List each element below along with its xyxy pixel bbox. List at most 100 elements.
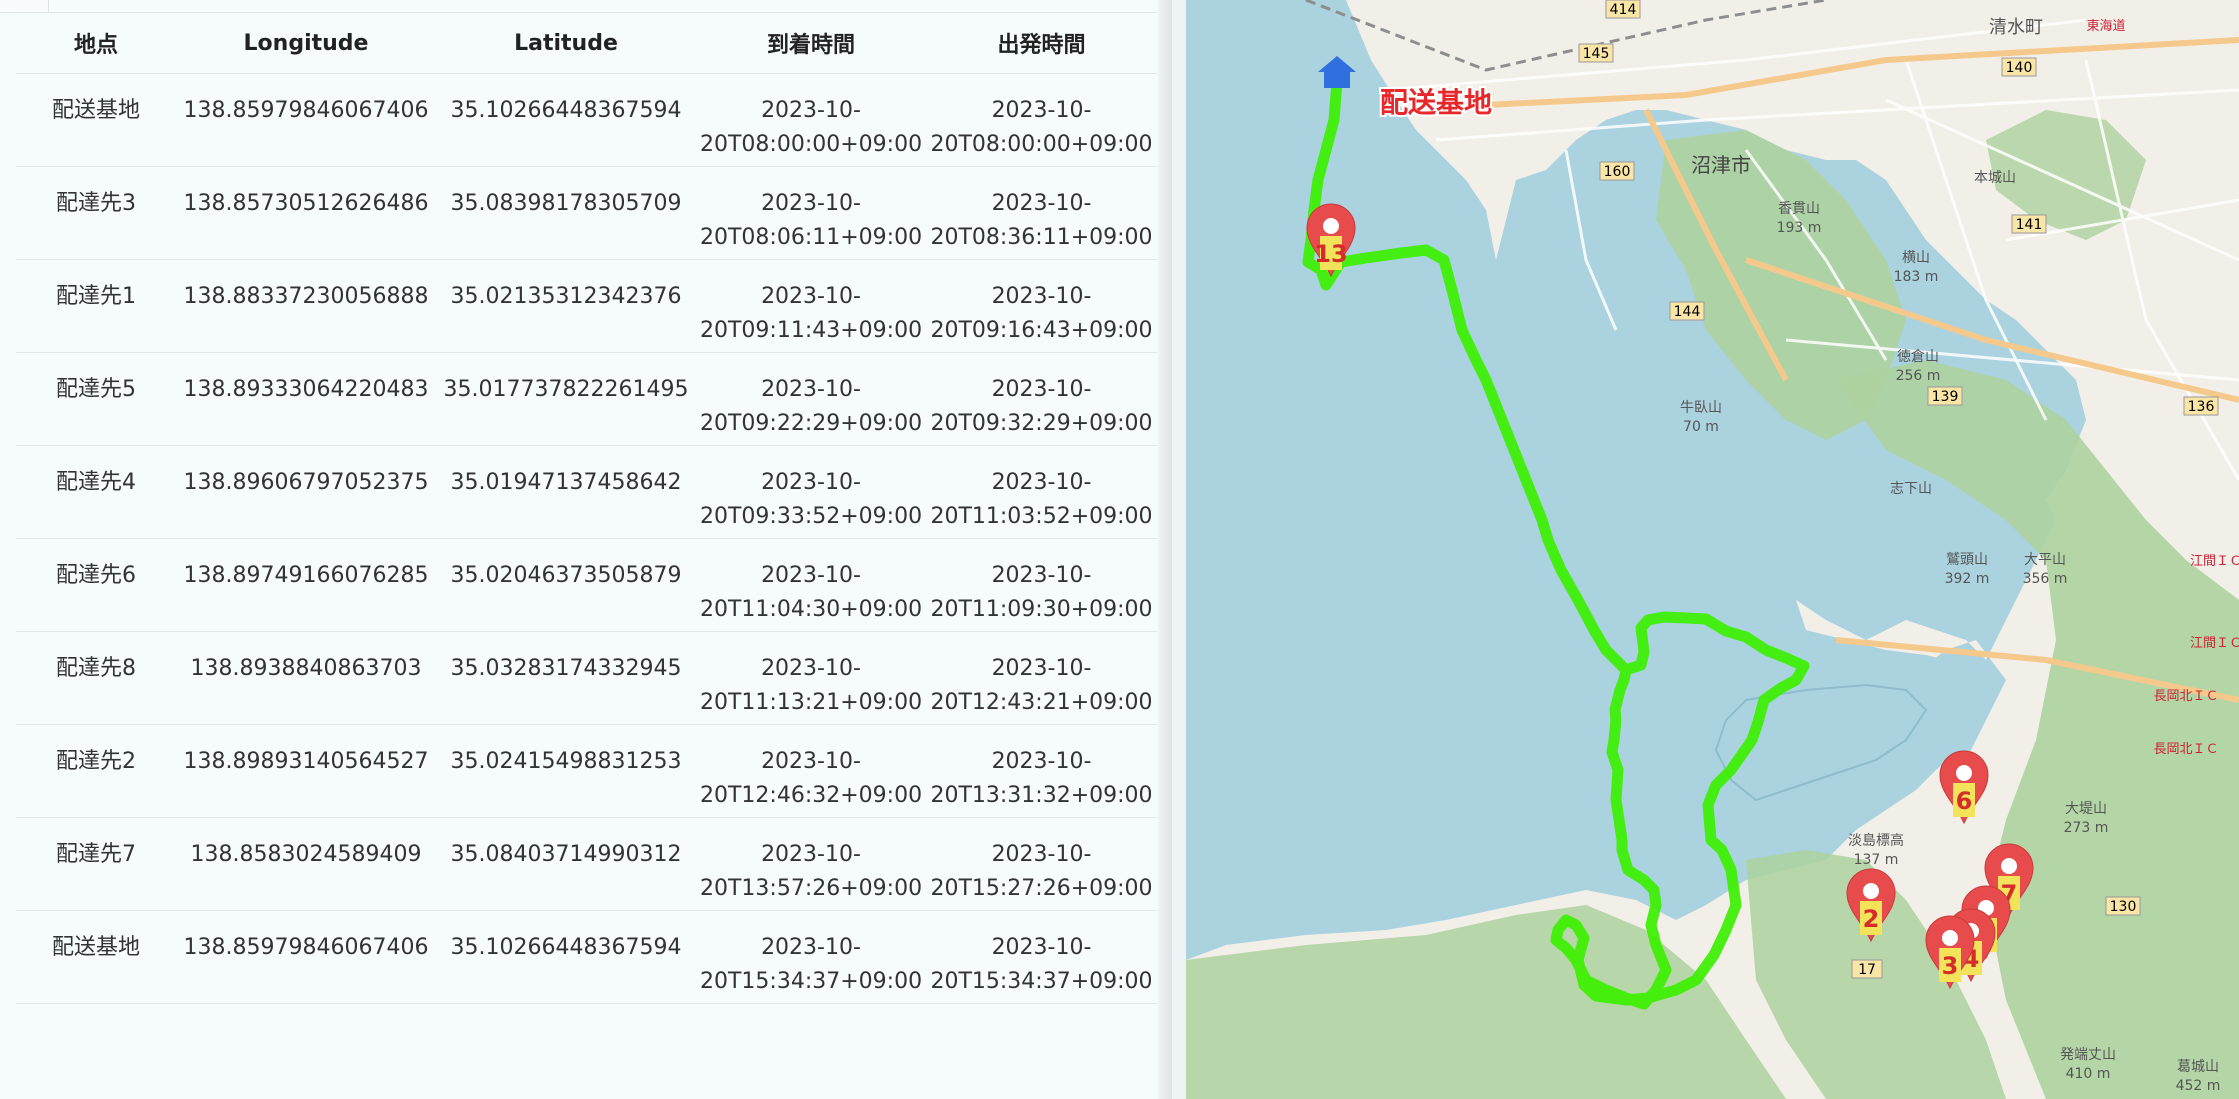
row-longitude-cell: 138.89749166076285 xyxy=(176,538,436,632)
map-canvas[interactable]: 414 145 140 160 144 141 139 136 130 17 沼… xyxy=(1186,0,2239,1099)
row-arrival-cell: 2023-10- 20T13:57:26+09:00 xyxy=(696,817,926,911)
map-label: 発端丈山 xyxy=(2060,1047,2116,1063)
row-longitude-cell: 138.88337230056888 xyxy=(176,259,436,353)
map-label: 長岡北ＩＣ xyxy=(2153,742,2218,757)
row-arrival-cell: 2023-10- 20T08:06:11+09:00 xyxy=(696,166,926,260)
map-label: 徳倉山 xyxy=(1897,349,1939,365)
map-label: 葛城山 xyxy=(2177,1059,2219,1075)
date-part: 2023-10- xyxy=(761,470,861,495)
time-part: 20T15:27:26+09:00 xyxy=(930,876,1153,901)
time-part: 20T09:16:43+09:00 xyxy=(930,318,1153,343)
time-part: 20T12:43:21+09:00 xyxy=(930,690,1153,715)
row-longitude-cell: 138.89606797052375 xyxy=(176,445,436,539)
table-panel: 地点 Longitude Latitude 到着時間 出発時間 配送基地 138.… xyxy=(0,0,1172,1099)
road-shield: 145 xyxy=(1578,43,1614,63)
svg-text:140: 140 xyxy=(2006,60,2033,76)
map-label: 江間ＩＣ xyxy=(2190,636,2239,651)
row-departure-cell: 2023-10- 20T11:09:30+09:00 xyxy=(926,538,1157,632)
row-latitude-cell: 35.017737822261495 xyxy=(436,352,696,446)
table-row[interactable]: 配達先7 138.8583024589409 35.08403714990312 20… xyxy=(16,817,1157,911)
date-part: 2023-10- xyxy=(991,935,1092,960)
map-label: 70 m xyxy=(1683,419,1719,435)
row-latitude-cell: 35.03283174332945 xyxy=(436,631,696,725)
date-part: 2023-10- xyxy=(761,98,861,123)
svg-text:144: 144 xyxy=(1674,304,1701,320)
date-part: 2023-10- xyxy=(761,377,861,402)
map-label: 清水町 xyxy=(1989,17,2043,38)
row-departure-cell: 2023-10- 20T15:34:37+09:00 xyxy=(926,910,1157,1004)
row-arrival-cell: 2023-10- 20T08:00:00+09:00 xyxy=(696,73,926,167)
row-arrival-cell: 2023-10- 20T11:04:30+09:00 xyxy=(696,538,926,632)
table-row[interactable]: 配送基地 138.85979846067406 35.10266448367594 2… xyxy=(16,910,1157,1004)
column-header-longitude[interactable]: Longitude xyxy=(176,12,436,74)
date-part: 2023-10- xyxy=(991,470,1092,495)
column-header-arrival[interactable]: 到着時間 xyxy=(696,12,926,74)
date-part: 2023-10- xyxy=(761,656,861,681)
row-place-cell: 配達先3 xyxy=(16,166,176,260)
row-latitude-cell: 35.02046373505879 xyxy=(436,538,696,632)
table-row[interactable]: 配達先2 138.89893140564527 35.02415498831253 2… xyxy=(16,724,1157,818)
map-label: 東海道 xyxy=(2086,18,2125,34)
road-shield: 17 xyxy=(1851,959,1883,979)
svg-text:136: 136 xyxy=(2188,399,2215,415)
row-arrival-cell: 2023-10- 20T09:22:29+09:00 xyxy=(696,352,926,446)
table-row[interactable]: 配達先1 138.88337230056888 35.02135312342376 2… xyxy=(16,259,1157,353)
row-place-cell: 配送基地 xyxy=(16,73,176,167)
table-row[interactable]: 配達先6 138.89749166076285 35.02046373505879 2… xyxy=(16,538,1157,632)
map-label: 392 m xyxy=(1945,571,1990,587)
row-arrival-cell: 2023-10- 20T09:33:52+09:00 xyxy=(696,445,926,539)
row-longitude-cell: 138.8938840863703 xyxy=(176,631,436,725)
row-departure-cell: 2023-10- 20T09:32:29+09:00 xyxy=(926,352,1157,446)
table-row[interactable]: 配送基地 138.85979846067406 35.10266448367594 2… xyxy=(16,73,1157,167)
row-arrival-cell: 2023-10- 20T11:13:21+09:00 xyxy=(696,631,926,725)
svg-text:130: 130 xyxy=(2110,899,2137,915)
column-header-place[interactable]: 地点 xyxy=(16,12,176,74)
date-part: 2023-10- xyxy=(991,749,1092,774)
date-part: 2023-10- xyxy=(991,377,1092,402)
map-label: 横山 xyxy=(1902,250,1930,266)
table-row[interactable]: 配達先3 138.85730512626486 35.08398178305709 2… xyxy=(16,166,1157,260)
road-shield: 144 xyxy=(1669,301,1705,321)
row-arrival-cell: 2023-10- 20T15:34:37+09:00 xyxy=(696,910,926,1004)
row-latitude-cell: 35.02415498831253 xyxy=(436,724,696,818)
svg-text:139: 139 xyxy=(1932,389,1959,405)
time-part: 20T13:57:26+09:00 xyxy=(700,876,923,901)
svg-text:141: 141 xyxy=(2016,217,2043,233)
map-label: 256 m xyxy=(1896,368,1941,384)
date-part: 2023-10- xyxy=(761,749,861,774)
map-panel[interactable]: 414 145 140 160 144 141 139 136 130 17 沼… xyxy=(1186,0,2239,1099)
pin-hole xyxy=(1323,218,1339,234)
road-shield: 136 xyxy=(2183,396,2219,416)
map-label: 大堤山 xyxy=(2065,801,2107,817)
row-arrival-cell: 2023-10- 20T12:46:32+09:00 xyxy=(696,724,926,818)
map-label: 273 m xyxy=(2064,820,2109,836)
panel-divider[interactable] xyxy=(1158,0,1172,1099)
base-label: 配送基地 xyxy=(1380,86,1492,119)
map-label: 193 m xyxy=(1777,220,1822,236)
date-part: 2023-10- xyxy=(991,284,1092,309)
table-row[interactable]: 配達先8 138.8938840863703 35.03283174332945 20… xyxy=(16,631,1157,725)
map-label: 183 m xyxy=(1894,269,1939,285)
pin-hole xyxy=(1863,883,1879,899)
column-header-departure[interactable]: 出発時間 xyxy=(926,12,1157,74)
date-part: 2023-10- xyxy=(991,191,1092,216)
row-arrival-cell: 2023-10- 20T09:11:43+09:00 xyxy=(696,259,926,353)
time-part: 20T09:22:29+09:00 xyxy=(700,411,923,436)
map-label: 江間ＩＣ xyxy=(2190,554,2239,569)
road-shield: 130 xyxy=(2105,896,2141,916)
row-longitude-cell: 138.89333064220483 xyxy=(176,352,436,446)
time-part: 20T13:31:32+09:00 xyxy=(930,783,1153,808)
row-longitude-cell: 138.89893140564527 xyxy=(176,724,436,818)
time-part: 20T11:04:30+09:00 xyxy=(700,597,923,622)
table-row[interactable]: 配達先4 138.89606797052375 35.01947137458642 2… xyxy=(16,445,1157,539)
column-header-latitude[interactable]: Latitude xyxy=(436,12,696,74)
time-part: 20T11:13:21+09:00 xyxy=(700,690,923,715)
row-place-cell: 配達先7 xyxy=(16,817,176,911)
row-place-cell: 配達先6 xyxy=(16,538,176,632)
map-label: 淡島標高 xyxy=(1848,832,1904,849)
map-label: 牛臥山 xyxy=(1680,400,1722,416)
row-place-cell: 配達先8 xyxy=(16,631,176,725)
table-row[interactable]: 配達先5 138.89333064220483 35.017737822261495… xyxy=(16,352,1157,446)
map-label: 香貫山 xyxy=(1778,201,1820,217)
date-part: 2023-10- xyxy=(991,98,1092,123)
